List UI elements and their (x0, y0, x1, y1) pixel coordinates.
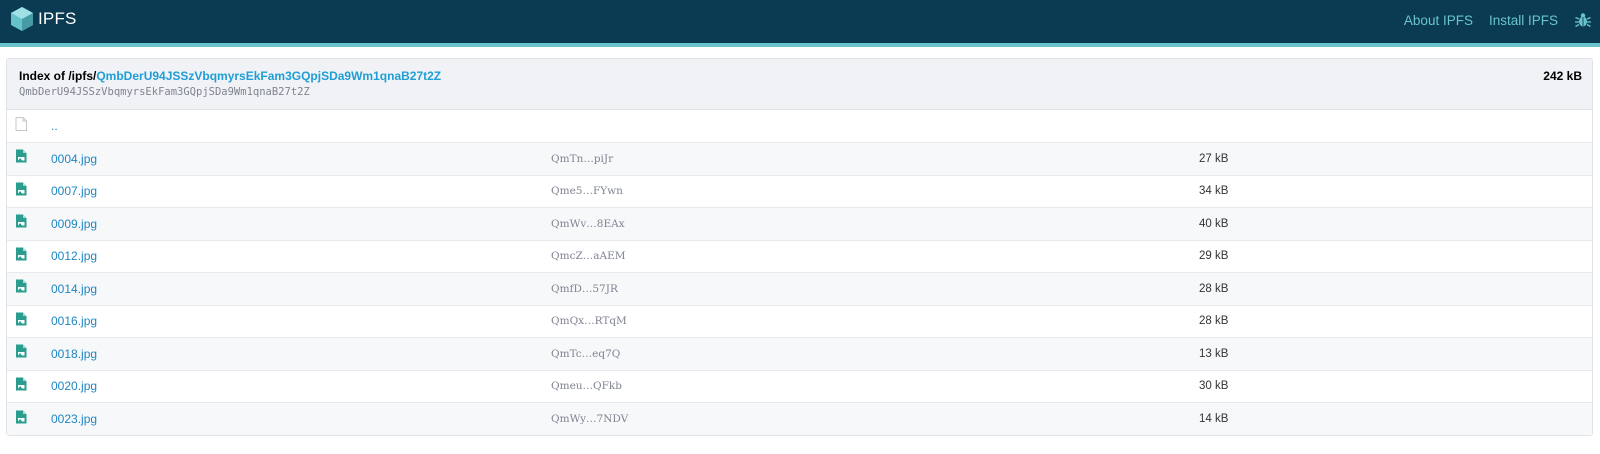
parent-directory-link[interactable]: .. (51, 119, 58, 133)
total-size: 242 kB (1543, 69, 1582, 83)
image-file-icon (16, 214, 27, 228)
file-name-link[interactable]: 0012.jpg (51, 249, 97, 263)
blank-file-icon (15, 116, 27, 131)
file-hash: QmcZ…aAEM (551, 250, 626, 263)
image-file-icon (16, 182, 27, 196)
file-row: 0004.jpg QmTn…piJr 27 kB (7, 142, 1592, 175)
image-file-icon (16, 377, 27, 391)
logo-text: IPFS (38, 9, 77, 28)
file-size: 27 kB (1199, 152, 1229, 165)
image-file-icon (16, 312, 27, 326)
parent-directory-row: .. (7, 110, 1592, 143)
directory-listing: Index of /ipfs/QmbDerU94JSSzVbqmyrsEkFam… (6, 58, 1593, 436)
file-size: 30 kB (1199, 380, 1229, 393)
file-name-link[interactable]: 0020.jpg (51, 379, 97, 393)
index-prefix: Index of /ipfs/ (19, 69, 97, 83)
file-name-link[interactable]: 0018.jpg (51, 347, 97, 361)
image-file-icon (16, 344, 27, 358)
file-table: .. 0004.jpg QmTn…piJr 27 kB 0007.jpg Qme5…FY… (7, 110, 1592, 435)
file-size: 14 kB (1199, 413, 1229, 425)
image-file-icon (16, 279, 27, 293)
index-title: Index of /ipfs/QmbDerU94JSSzVbqmyrsEkFam… (19, 69, 441, 83)
listing-header: Index of /ipfs/QmbDerU94JSSzVbqmyrsEkFam… (7, 59, 1592, 110)
image-file-icon (16, 149, 27, 163)
directory-cid: QmbDerU94JSSzVbqmyrsEkFam3GQpjSDa9Wm1qna… (19, 86, 310, 98)
file-size: 40 kB (1199, 217, 1229, 230)
file-hash: QmTn…piJr (551, 152, 614, 165)
file-name-link[interactable]: 0023.jpg (51, 412, 97, 426)
file-name-link[interactable]: 0009.jpg (51, 217, 97, 231)
file-name-link[interactable]: 0004.jpg (51, 152, 97, 166)
file-hash: Qmeu…QFkb (551, 380, 623, 393)
file-name-link[interactable]: 0007.jpg (51, 184, 97, 198)
file-row: 0012.jpg QmcZ…aAEM 29 kB (7, 240, 1592, 273)
ipfs-logo-link[interactable]: IPFS (10, 6, 77, 32)
image-file-icon (16, 247, 27, 261)
nav-install-ipfs-link[interactable]: Install IPFS (1489, 13, 1558, 28)
nav-about-ipfs-link[interactable]: About IPFS (1404, 13, 1473, 28)
file-row: 0016.jpg QmQx…RTqM 28 kB (7, 305, 1592, 338)
bug-report-icon[interactable] (1574, 11, 1592, 29)
file-hash: QmWy…7NDV (551, 413, 629, 425)
top-navbar: IPFS About IPFS Install IPFS (0, 0, 1600, 47)
image-file-icon (16, 410, 27, 423)
file-row: 0009.jpg QmWv…8EAx 40 kB (7, 207, 1592, 240)
file-row: 0018.jpg QmTc…eq7Q 13 kB (7, 337, 1592, 370)
ipfs-cube-icon (11, 7, 33, 31)
file-hash: QmQx…RTqM (551, 315, 627, 328)
file-size: 13 kB (1199, 347, 1229, 360)
file-row: 0020.jpg Qmeu…QFkb 30 kB (7, 370, 1592, 403)
file-hash: QmTc…eq7Q (551, 347, 621, 360)
file-hash: QmfD…57JR (551, 282, 618, 295)
file-name-link[interactable]: 0014.jpg (51, 282, 97, 296)
file-hash: QmWv…8EAx (551, 217, 625, 230)
index-hash-link[interactable]: QmbDerU94JSSzVbqmyrsEkFam3GQpjSDa9Wm1qna… (96, 69, 441, 83)
file-hash: Qme5…FYwn (551, 185, 623, 198)
file-row: 0014.jpg QmfD…57JR 28 kB (7, 272, 1592, 305)
file-size: 29 kB (1199, 250, 1229, 263)
file-row: 0007.jpg Qme5…FYwn 34 kB (7, 175, 1592, 208)
file-name-link[interactable]: 0016.jpg (51, 314, 97, 328)
file-size: 28 kB (1199, 315, 1229, 328)
file-size: 34 kB (1199, 185, 1229, 198)
file-size: 28 kB (1199, 282, 1229, 295)
file-row: 0023.jpg QmWy…7NDV 14 kB (7, 402, 1592, 435)
top-nav: About IPFS Install IPFS (1388, 11, 1592, 29)
